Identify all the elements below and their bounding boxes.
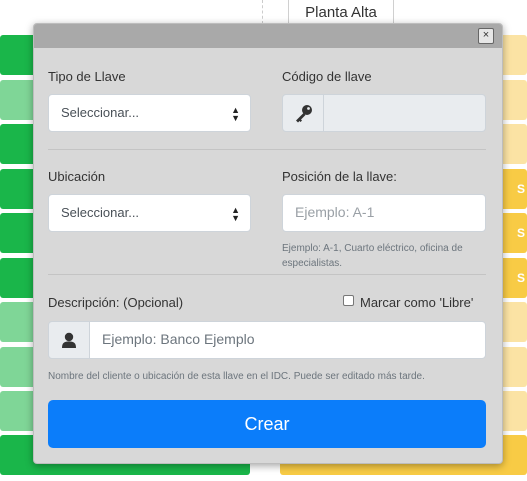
close-icon: × bbox=[482, 29, 490, 41]
user-icon bbox=[62, 332, 76, 348]
divider bbox=[48, 149, 486, 150]
mark-free-checkbox[interactable] bbox=[343, 295, 354, 306]
create-key-modal: × Tipo de Llave Seleccionar... ▲ ▼ Código… bbox=[33, 23, 503, 464]
mark-free-label[interactable]: Marcar como 'Libre' bbox=[360, 295, 473, 310]
background-divider bbox=[262, 0, 274, 24]
create-button[interactable]: Crear bbox=[48, 400, 486, 448]
select-caret-icon: ▲ ▼ bbox=[231, 205, 240, 223]
key-code-addon bbox=[282, 94, 324, 132]
divider bbox=[48, 274, 486, 275]
key-code-label: Código de llave bbox=[282, 69, 372, 84]
key-icon bbox=[296, 105, 312, 123]
description-addon bbox=[48, 321, 90, 359]
key-position-label: Posición de la llave: bbox=[282, 169, 397, 184]
location-label: Ubicación bbox=[48, 169, 106, 184]
key-type-label: Tipo de Llave bbox=[48, 69, 126, 84]
description-input[interactable]: Ejemplo: Banco Ejemplo bbox=[89, 321, 486, 359]
key-position-help: Ejemplo: A-1, Cuarto eléctrico, oficina … bbox=[282, 243, 463, 269]
modal-header: × bbox=[34, 24, 502, 48]
location-selected: Seleccionar... bbox=[61, 205, 140, 220]
status-badge-letter: S bbox=[516, 182, 525, 196]
key-code-field[interactable] bbox=[323, 94, 486, 132]
location-select[interactable]: Seleccionar... ▲ ▼ bbox=[48, 194, 251, 232]
key-type-select[interactable]: Seleccionar... ▲ ▼ bbox=[48, 94, 251, 132]
status-badge-letter: S bbox=[516, 226, 525, 240]
key-type-selected: Seleccionar... bbox=[61, 105, 140, 120]
close-button[interactable]: × bbox=[478, 28, 494, 44]
select-caret-icon: ▲ ▼ bbox=[231, 105, 240, 123]
key-position-input[interactable]: Ejemplo: A-1 bbox=[282, 194, 486, 232]
description-label: Descripción: (Opcional) bbox=[48, 295, 184, 310]
description-help: Nombre del cliente o ubicación de esta l… bbox=[48, 371, 425, 382]
status-badge-letter: S bbox=[516, 271, 525, 285]
